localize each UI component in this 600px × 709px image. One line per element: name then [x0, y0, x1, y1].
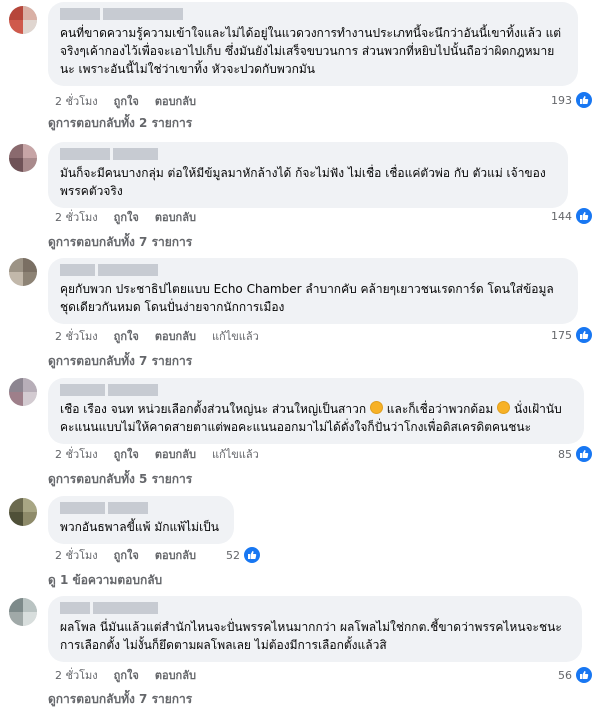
view-replies-link[interactable]: ดู 1 ข้อความตอบกลับ [48, 571, 162, 590]
view-replies-label: ดูการตอบกลับทั้ง 5 รายการ [48, 472, 193, 486]
avatar[interactable] [9, 6, 37, 34]
view-replies-label: ดูการตอบกลับทั้ง 7 รายการ [48, 692, 193, 706]
comment-actions: 2 ชั่วโมง ถูกใจ ตอบกลับ [55, 667, 196, 683]
reply-button[interactable]: ตอบกลับ [155, 445, 196, 463]
timestamp[interactable]: 2 ชั่วโมง [55, 445, 98, 463]
comment-bubble: คนที่ขาดความรู้ความเข้าใจและไม่ได้อยู่ใน… [48, 2, 578, 86]
reaction-number: 52 [226, 548, 240, 562]
reaction-count[interactable]: 193 [551, 90, 594, 110]
view-replies-link[interactable]: ดูการตอบกลับทั้ง 7 รายการ [48, 233, 192, 252]
comment-text: เชือ เรือง จนท หน่วยเลือกตั้งส่วนใหญ่นะ … [60, 400, 572, 436]
view-replies-link[interactable]: ดูการตอบกลับทั้ง 7 รายการ [48, 352, 192, 371]
like-icon [574, 665, 594, 685]
timestamp[interactable]: 2 ชั่วโมง [55, 92, 98, 110]
comment-actions: 2 ชั่วโมง ถูกใจ ตอบกลับ แก้ไขแล้ว [55, 446, 259, 462]
comment-bubble: เชือ เรือง จนท หน่วยเลือกตั้งส่วนใหญ่นะ … [48, 378, 584, 444]
reaction-count[interactable]: 52 [226, 545, 262, 565]
timestamp[interactable]: 2 ชั่วโมง [55, 666, 98, 684]
like-button[interactable]: ถูกใจ [114, 327, 139, 345]
author-name-blurred[interactable] [60, 502, 222, 514]
reply-button[interactable]: ตอบกลับ [155, 546, 196, 564]
view-replies-link[interactable]: ดูการตอบกลับทั้ง 2 รายการ [48, 114, 192, 133]
comment-text: คนที่ขาดความรู้ความเข้าใจและไม่ได้อยู่ใน… [60, 26, 562, 76]
comment-bubble: พวกอันธพาลขี้แพ้ มักแพ้ไม่เป็น [48, 496, 234, 544]
reply-button[interactable]: ตอบกลับ [155, 208, 196, 226]
author-name-blurred[interactable] [60, 384, 572, 396]
view-replies-label: ดูการตอบกลับทั้ง 7 รายการ [48, 354, 193, 368]
comment-bubble: คุยกับพวก ประชาธิปไตยแบบ Echo Chamber ลำ… [48, 258, 578, 324]
avatar[interactable] [9, 498, 37, 526]
comment-bubble: มันก็จะมีคนบางกลุ่ม ต่อให้มีข้มูลมาหักล้… [48, 142, 568, 208]
avatar[interactable] [9, 258, 37, 286]
like-button[interactable]: ถูกใจ [114, 666, 139, 684]
avatar[interactable] [9, 598, 37, 626]
view-replies-link[interactable]: ดูการตอบกลับทั้ง 5 รายการ [48, 470, 192, 489]
comment-text-part: และก็เชื่อว่าพวกด้อม [386, 402, 494, 416]
author-name-blurred[interactable] [60, 602, 570, 614]
reaction-count[interactable]: 85 [558, 444, 594, 464]
face-emoji-icon [369, 401, 383, 414]
reply-button[interactable]: ตอบกลับ [155, 92, 196, 110]
like-icon [574, 444, 594, 464]
like-icon [574, 90, 594, 110]
like-icon [574, 206, 594, 226]
comment-text: ผลโพล นี่มันแล้วแต่สำนักไหนจะปั่นพรรคไหน… [60, 620, 562, 652]
edited-label: แก้ไขแล้ว [211, 330, 259, 343]
like-button[interactable]: ถูกใจ [114, 546, 139, 564]
reaction-number: 56 [558, 668, 572, 682]
timestamp[interactable]: 2 ชั่วโมง [55, 546, 98, 564]
reply-button[interactable]: ตอบกลับ [155, 666, 196, 684]
reaction-number: 193 [551, 93, 572, 107]
comment-actions: 2 ชั่วโมง ถูกใจ ตอบกลับ แก้ไขแล้ว [55, 328, 259, 344]
comment-actions: 2 ชั่วโมง ถูกใจ ตอบกลับ [55, 93, 196, 109]
reaction-number: 85 [558, 447, 572, 461]
avatar[interactable] [9, 378, 37, 406]
edited-label: แก้ไขแล้ว [211, 448, 259, 461]
author-name-blurred[interactable] [60, 8, 566, 20]
timestamp[interactable]: 2 ชั่วโมง [55, 208, 98, 226]
reply-button[interactable]: ตอบกลับ [155, 327, 196, 345]
author-name-blurred[interactable] [60, 148, 556, 160]
comment-text: คุยกับพวก ประชาธิปไตยแบบ Echo Chamber ลำ… [60, 282, 554, 314]
avatar[interactable] [9, 144, 37, 172]
like-icon [574, 325, 594, 345]
reaction-count[interactable]: 175 [551, 325, 594, 345]
author-name-blurred[interactable] [60, 264, 566, 276]
comment-text: พวกอันธพาลขี้แพ้ มักแพ้ไม่เป็น [60, 520, 219, 534]
comment-text-part: เชือ เรือง จนท หน่วยเลือกตั้งส่วนใหญ่นะ … [60, 402, 367, 416]
timestamp[interactable]: 2 ชั่วโมง [55, 327, 98, 345]
like-button[interactable]: ถูกใจ [114, 92, 139, 110]
like-icon [242, 545, 262, 565]
reaction-number: 144 [551, 209, 572, 223]
like-button[interactable]: ถูกใจ [114, 445, 139, 463]
view-replies-label: ดูการตอบกลับทั้ง 2 รายการ [48, 116, 193, 130]
view-replies-label: ดู 1 ข้อความตอบกลับ [48, 573, 163, 587]
comment-thread: คนที่ขาดความรู้ความเข้าใจและไม่ได้อยู่ใน… [0, 0, 600, 707]
view-replies-label: ดูการตอบกลับทั้ง 7 รายการ [48, 235, 193, 249]
comment-text: มันก็จะมีคนบางกลุ่ม ต่อให้มีข้มูลมาหักล้… [60, 166, 546, 198]
view-replies-link[interactable]: ดูการตอบกลับทั้ง 7 รายการ [48, 690, 192, 709]
comment-bubble: ผลโพล นี่มันแล้วแต่สำนักไหนจะปั่นพรรคไหน… [48, 596, 582, 662]
comment-actions: 2 ชั่วโมง ถูกใจ ตอบกลับ [55, 209, 196, 225]
reaction-number: 175 [551, 328, 572, 342]
like-button[interactable]: ถูกใจ [114, 208, 139, 226]
reaction-count[interactable]: 56 [558, 665, 594, 685]
comment-actions: 2 ชั่วโมง ถูกใจ ตอบกลับ [55, 547, 196, 563]
face-emoji-icon [497, 401, 511, 414]
reaction-count[interactable]: 144 [551, 206, 594, 226]
